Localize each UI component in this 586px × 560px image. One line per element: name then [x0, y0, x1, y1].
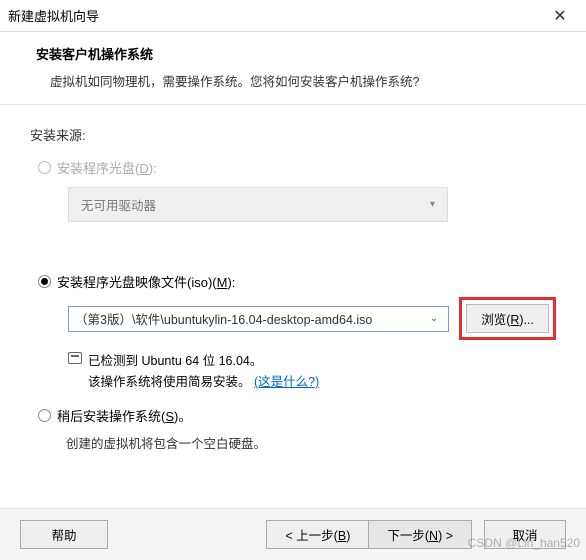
option-install-later[interactable]: 稍后安装操作系统(S)。 创建的虚拟机将包含一个空白硬盘。: [38, 406, 556, 452]
info-icon: [68, 352, 82, 364]
browse-button[interactable]: 浏览(R)...: [466, 304, 549, 333]
help-button[interactable]: 帮助: [20, 520, 108, 549]
option-iso-image[interactable]: 安装程序光盘映像文件(iso)(M): （第3版）\软件\ubuntukylin…: [38, 272, 556, 390]
radio-later[interactable]: [38, 409, 51, 422]
radio-iso[interactable]: [38, 275, 51, 288]
radio-disc-label: 安装程序光盘(D):: [57, 158, 157, 177]
wizard-footer: 帮助 < 上一步(B) 下一步(N) > 取消: [0, 508, 586, 560]
page-title: 安装客户机操作系统: [36, 44, 556, 63]
iso-detection-info: 已检测到 Ubuntu 64 位 16.04。 该操作系统将使用简易安装。 (这…: [68, 350, 556, 390]
detected-os-text: 已检测到 Ubuntu 64 位 16.04。: [88, 350, 262, 369]
source-label: 安装来源:: [30, 125, 556, 144]
radio-later-label: 稍后安装操作系统(S)。: [57, 406, 191, 425]
easy-install-text: 该操作系统将使用简易安装。: [88, 375, 251, 389]
iso-path-input[interactable]: （第3版）\软件\ubuntukylin-16.04-desktop-amd64…: [68, 306, 449, 332]
browse-highlight: 浏览(R)...: [459, 297, 556, 340]
iso-path-value: （第3版）\软件\ubuntukylin-16.04-desktop-amd64…: [75, 309, 372, 328]
page-subtitle: 虚拟机如同物理机，需要操作系统。您将如何安装客户机操作系统?: [50, 71, 556, 90]
wizard-content: 安装来源: 安装程序光盘(D): 无可用驱动器 ▾ 安装程序光盘映像文件(iso…: [0, 105, 586, 468]
chevron-down-icon[interactable]: ⌄: [426, 313, 442, 324]
option-installer-disc: 安装程序光盘(D): 无可用驱动器 ▾: [38, 158, 556, 222]
radio-iso-label: 安装程序光盘映像文件(iso)(M):: [57, 272, 235, 291]
chevron-down-icon: ▾: [430, 199, 435, 210]
title-bar: 新建虚拟机向导 ✕: [0, 0, 586, 32]
disc-drive-dropdown: 无可用驱动器 ▾: [68, 187, 448, 222]
next-button[interactable]: 下一步(N) >: [368, 520, 472, 549]
back-button[interactable]: < 上一步(B): [266, 520, 368, 549]
whats-this-link[interactable]: (这是什么?): [254, 375, 319, 389]
window-title: 新建虚拟机向导: [8, 6, 99, 25]
wizard-header: 安装客户机操作系统 虚拟机如同物理机，需要操作系统。您将如何安装客户机操作系统?: [0, 32, 586, 105]
disc-drive-value: 无可用驱动器: [81, 195, 156, 214]
watermark: CSDN @Lin_han520: [468, 536, 580, 550]
radio-disc: [38, 161, 51, 174]
later-note: 创建的虚拟机将包含一个空白硬盘。: [66, 433, 556, 452]
close-icon[interactable]: ✕: [542, 6, 578, 26]
